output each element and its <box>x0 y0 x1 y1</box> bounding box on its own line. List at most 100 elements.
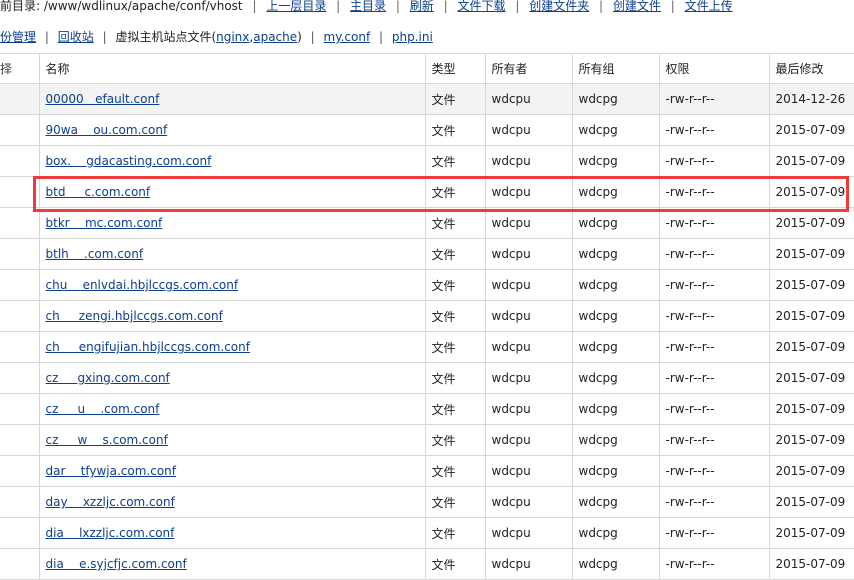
file-group-cell: wdcpg <box>572 455 660 487</box>
file-name-link[interactable]: dia lxzzljc.com.conf <box>46 526 175 540</box>
table-row: dar tfywja.com.conf 文件 wdcpu wdcpg -rw-r--r-… <box>0 455 854 487</box>
file-mtime-cell: 2015-07-09 <box>769 176 854 208</box>
parent-dir-link[interactable]: 上一层目录 <box>266 0 326 13</box>
vhost-nginx-link[interactable]: nginx <box>216 30 249 44</box>
row-select-cell[interactable] <box>0 424 40 456</box>
file-upload-link[interactable]: 文件上传 <box>685 0 733 13</box>
table-row: box. gdacasting.com.conf 文件 wdcpu wdcpg -rw-… <box>0 145 854 177</box>
toolbar-separator: | <box>443 0 448 13</box>
file-name-link[interactable]: cz gxing.com.conf <box>46 371 170 385</box>
file-mtime-cell: 2015-07-09 <box>769 269 854 301</box>
file-name-link[interactable]: chu enlvdai.hbjlccgs.com.conf <box>46 278 239 292</box>
file-type-cell: 文件 <box>425 238 486 270</box>
file-group-cell: wdcpg <box>572 145 660 177</box>
backup-manage-link[interactable]: 份管理 <box>0 30 36 44</box>
table-row: btkr mc.com.conf 文件 wdcpu wdcpg -rw-r--r-- 20… <box>0 207 854 239</box>
toolbar-separator: | <box>515 0 520 13</box>
col-perm-header: 权限 <box>659 53 770 84</box>
my-conf-link[interactable]: my.conf <box>324 30 371 44</box>
file-mtime-cell: 2015-07-09 <box>769 362 854 394</box>
table-row: day xzzljc.com.conf 文件 wdcpu wdcpg -rw-r--r-… <box>0 486 854 518</box>
row-select-cell[interactable] <box>0 393 40 425</box>
col-owner-header: 所有者 <box>485 53 573 84</box>
php-ini-link[interactable]: php.ini <box>392 30 433 44</box>
file-mtime-cell: 2015-07-09 <box>769 548 854 580</box>
table-row: 00000 efault.conf 文件 wdcpu wdcpg -rw-r--r-- 2… <box>0 83 854 115</box>
file-name-link[interactable]: ch engifujian.hbjlccgs.com.conf <box>46 340 250 354</box>
file-perm-cell: -rw-r--r-- <box>659 269 770 301</box>
row-select-cell[interactable] <box>0 455 40 487</box>
file-perm-cell: -rw-r--r-- <box>659 176 770 208</box>
col-type-header: 类型 <box>425 53 486 84</box>
file-name-cell: btlh .com.conf <box>39 238 426 270</box>
file-name-link[interactable]: 90wa ou.com.conf <box>46 123 168 137</box>
row-select-cell[interactable] <box>0 300 40 332</box>
table-row: 90wa ou.com.conf 文件 wdcpu wdcpg -rw-r--r-- 20… <box>0 114 854 146</box>
home-dir-link[interactable]: 主目录 <box>350 0 386 13</box>
file-owner-cell: wdcpu <box>485 517 573 549</box>
row-select-cell[interactable] <box>0 362 40 394</box>
vhost-apache-link[interactable]: apache <box>253 30 297 44</box>
file-name-link[interactable]: btkr mc.com.conf <box>46 216 163 230</box>
toolbar-separator: | <box>336 0 341 13</box>
row-select-cell[interactable] <box>0 486 40 518</box>
file-name-link[interactable]: btlh .com.conf <box>46 247 144 261</box>
file-perm-cell: -rw-r--r-- <box>659 517 770 549</box>
file-perm-cell: -rw-r--r-- <box>659 424 770 456</box>
path-toolbar: 前目录: /www/wdlinux/apache/conf/vhost | 上一… <box>0 0 854 14</box>
file-type-cell: 文件 <box>425 114 486 146</box>
file-type-cell: 文件 <box>425 331 486 363</box>
file-name-link[interactable]: 00000 efault.conf <box>46 92 160 106</box>
table-row: cz u .com.conf 文件 wdcpu wdcpg -rw-r--r-- 2015… <box>0 393 854 425</box>
file-type-cell: 文件 <box>425 269 486 301</box>
file-owner-cell: wdcpu <box>485 455 573 487</box>
file-type-cell: 文件 <box>425 300 486 332</box>
table-row: ch engifujian.hbjlccgs.com.conf 文件 wdcpu wd… <box>0 331 854 363</box>
row-select-cell[interactable] <box>0 548 40 580</box>
file-group-cell: wdcpg <box>572 83 660 115</box>
file-name-link[interactable]: cz u .com.conf <box>46 402 160 416</box>
file-name-link[interactable]: dia e.syjcfjc.com.conf <box>46 557 187 571</box>
file-type-cell: 文件 <box>425 83 486 115</box>
toolbar-separator: | <box>599 0 604 13</box>
row-select-cell[interactable] <box>0 269 40 301</box>
file-name-link[interactable]: btd c.com.conf <box>46 185 151 199</box>
file-mtime-cell: 2015-07-09 <box>769 331 854 363</box>
file-name-cell: btd c.com.conf <box>39 176 426 208</box>
file-list-table: 择 名称 类型 所有者 所有组 权限 最后修改 00000 efault.con… <box>0 53 854 580</box>
file-name-link[interactable]: ch zengi.hbjlccgs.com.conf <box>46 309 223 323</box>
row-select-cell[interactable] <box>0 176 40 208</box>
row-select-cell[interactable] <box>0 114 40 146</box>
file-owner-cell: wdcpu <box>485 424 573 456</box>
file-perm-cell: -rw-r--r-- <box>659 548 770 580</box>
file-perm-cell: -rw-r--r-- <box>659 393 770 425</box>
create-file-link[interactable]: 创建文件 <box>613 0 661 13</box>
file-download-link[interactable]: 文件下载 <box>457 0 505 13</box>
file-type-cell: 文件 <box>425 362 486 394</box>
file-group-cell: wdcpg <box>572 486 660 518</box>
file-name-link[interactable]: dar tfywja.com.conf <box>46 464 177 478</box>
table-row: chu enlvdai.hbjlccgs.com.conf 文件 wdcpu wdcp… <box>0 269 854 301</box>
row-select-cell[interactable] <box>0 517 40 549</box>
file-type-cell: 文件 <box>425 548 486 580</box>
subbar-separator: | <box>310 30 315 44</box>
file-type-cell: 文件 <box>425 455 486 487</box>
row-select-cell[interactable] <box>0 145 40 177</box>
create-folder-link[interactable]: 创建文件夹 <box>529 0 589 13</box>
file-type-cell: 文件 <box>425 517 486 549</box>
refresh-link[interactable]: 刷新 <box>410 0 434 13</box>
table-row: dia lxzzljc.com.conf 文件 wdcpu wdcpg -rw-r--r… <box>0 517 854 549</box>
file-type-cell: 文件 <box>425 486 486 518</box>
file-name-link[interactable]: cz w s.com.conf <box>46 433 168 447</box>
row-select-cell[interactable] <box>0 238 40 270</box>
file-group-cell: wdcpg <box>572 269 660 301</box>
recycle-bin-link[interactable]: 回收站 <box>58 30 94 44</box>
row-select-cell[interactable] <box>0 331 40 363</box>
file-name-link[interactable]: box. gdacasting.com.conf <box>46 154 212 168</box>
file-name-link[interactable]: day xzzljc.com.conf <box>46 495 175 509</box>
table-row: btd c.com.conf 文件 wdcpu wdcpg -rw-r--r-- 2015… <box>0 176 854 208</box>
file-mtime-cell: 2015-07-09 <box>769 300 854 332</box>
row-select-cell[interactable] <box>0 83 40 115</box>
file-perm-cell: -rw-r--r-- <box>659 362 770 394</box>
row-select-cell[interactable] <box>0 207 40 239</box>
